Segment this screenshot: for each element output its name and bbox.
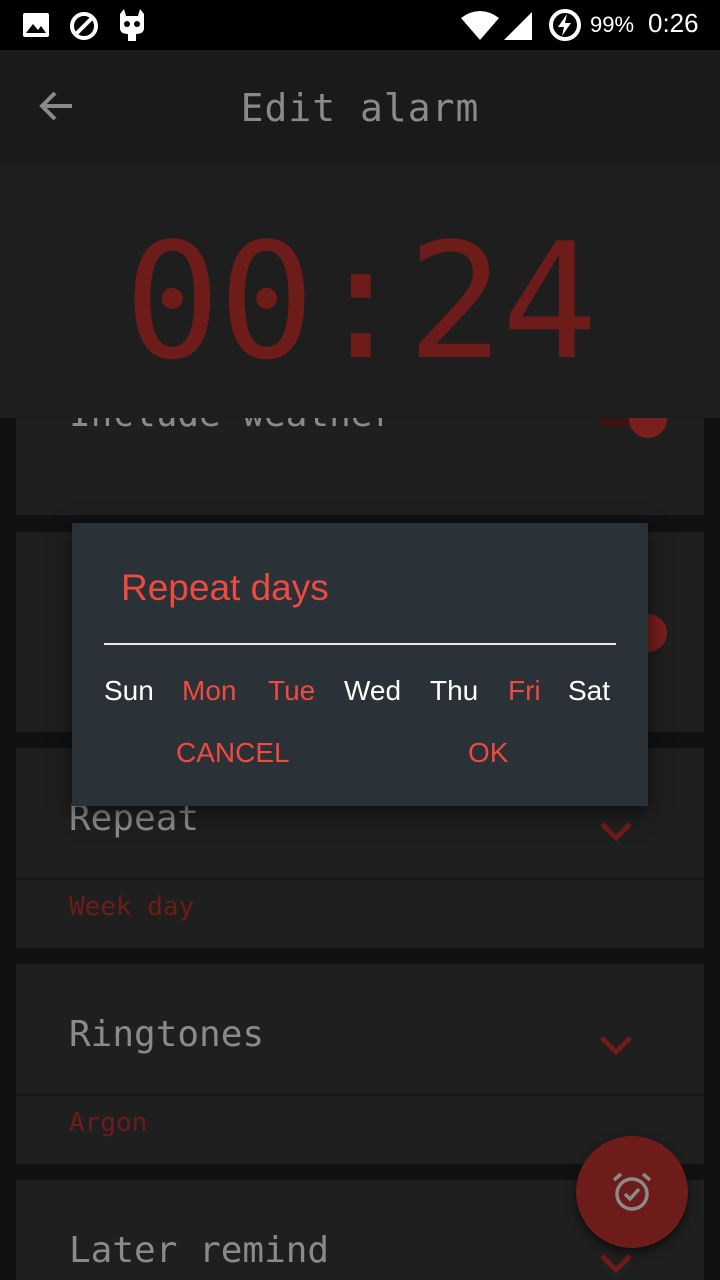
day-mon[interactable]: Mon [182,675,236,707]
day-tue[interactable]: Tue [268,675,315,707]
status-bar: 99% 0:26 [0,0,720,50]
day-sun[interactable]: Sun [104,675,154,707]
day-fri[interactable]: Fri [508,675,541,707]
chevron-down-icon[interactable] [598,820,634,844]
page-title: Edit alarm [240,86,480,130]
app-bar: Edit alarm [0,50,720,162]
dialog-divider [104,643,616,645]
wifi-icon [461,11,499,40]
repeat-days-dialog: Repeat days Sun Mon Tue Wed Thu Fri Sat … [72,523,648,806]
alarm-time[interactable]: 00:24 [0,212,720,392]
repeat-value: Week day [69,892,195,922]
ringtones-card[interactable]: Ringtones Argon [16,964,704,1164]
ok-button[interactable]: OK [468,737,508,769]
cancel-button[interactable]: CANCEL [176,737,290,769]
day-sat[interactable]: Sat [568,675,610,707]
battery-charging-icon [549,9,581,41]
do-not-disturb-icon [70,12,98,40]
cyanogen-icon [120,9,144,41]
ringtone-value: Argon [69,1108,148,1138]
alarm-check-icon [612,1172,652,1211]
battery-percent: 99% [590,12,635,37]
day-thu[interactable]: Thu [430,675,478,707]
signal-icon [504,12,532,40]
image-icon [23,13,49,37]
time-panel[interactable]: 00:24 [0,162,720,418]
ringtones-label: Ringtones [69,1014,265,1055]
chevron-down-icon[interactable] [598,1034,634,1058]
later-remind-label: Later remind [69,1230,330,1271]
status-clock: 0:26 [648,8,699,38]
dialog-title: Repeat days [121,567,329,608]
chevron-down-icon[interactable] [598,1252,634,1276]
save-alarm-button[interactable] [576,1136,688,1248]
day-wed[interactable]: Wed [344,675,401,707]
day-selector: Sun Mon Tue Wed Thu Fri Sat [72,675,648,715]
